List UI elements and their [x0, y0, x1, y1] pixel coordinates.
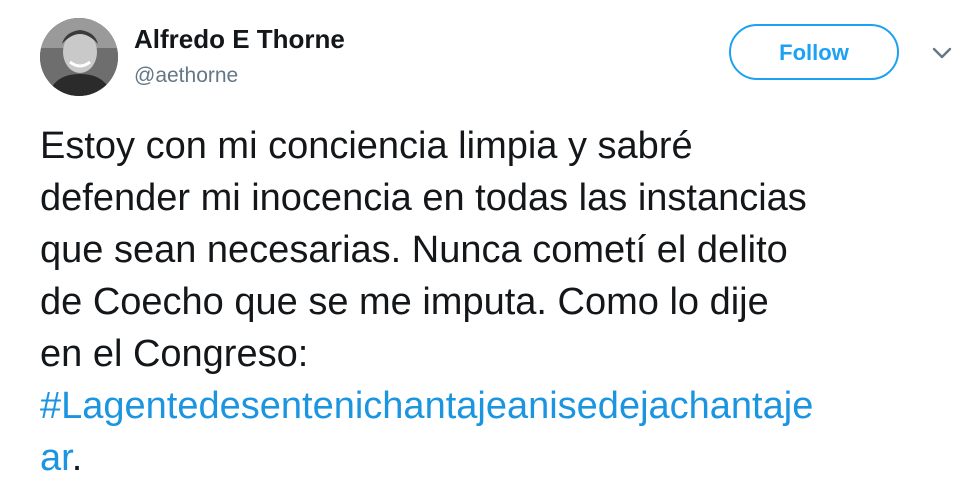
tweet-text-line: en el Congreso:: [40, 333, 309, 375]
hashtag-link-continued[interactable]: ar: [40, 437, 72, 479]
tweet-card: Alfredo E Thorne @aethorne Follow Estoy …: [0, 0, 980, 497]
hashtag-link[interactable]: #Lagentedesentenichantajeanisedejachanta…: [40, 385, 813, 427]
follow-button[interactable]: Follow: [729, 24, 899, 80]
hashtag-line: #Lagentedesentenichantajeanisedejachanta…: [40, 380, 960, 432]
tweet-text-line: de Coecho que se me imputa. Como lo dije: [40, 281, 769, 323]
tweet-text-line: Estoy con mi conciencia limpia y sabré: [40, 125, 693, 167]
trailing-punctuation: .: [71, 437, 83, 479]
hashtag-line-end: ar.: [40, 432, 960, 484]
tweet-text-line: defender mi inocencia en todas las insta…: [40, 177, 807, 219]
tweet-text-line: que sean necesarias. Nunca cometí el del…: [40, 229, 788, 271]
tweet-text: Estoy con mi conciencia limpia y sabré d…: [40, 120, 960, 484]
author-name[interactable]: Alfredo E Thorne: [134, 24, 345, 55]
chevron-down-icon[interactable]: [930, 44, 954, 62]
author-avatar[interactable]: [40, 18, 118, 96]
author-handle[interactable]: @aethorne: [134, 64, 238, 88]
avatar-photo-icon: [40, 18, 118, 96]
